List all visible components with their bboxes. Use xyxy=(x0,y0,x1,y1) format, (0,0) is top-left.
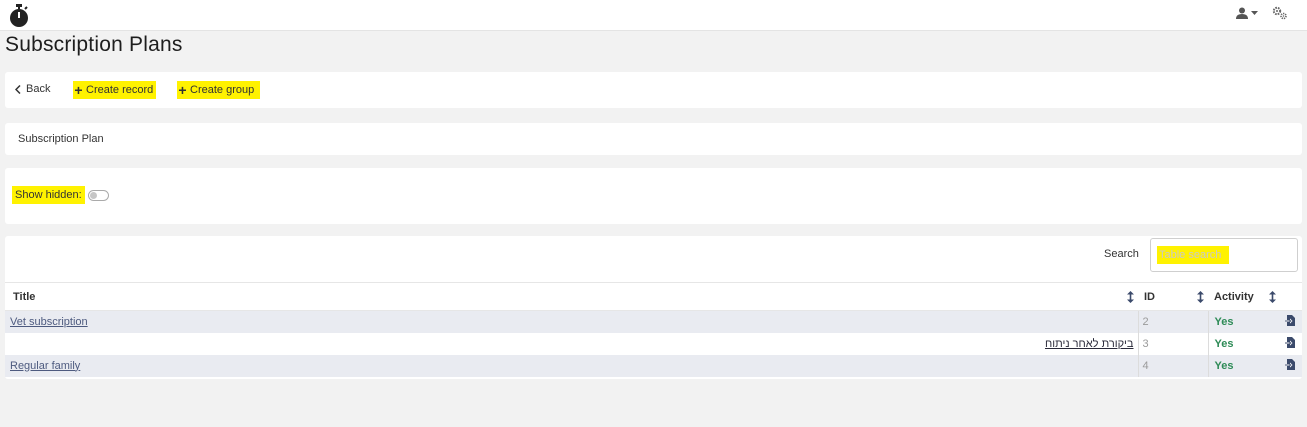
column-title-label: Title xyxy=(13,290,36,303)
edit-record-button[interactable] xyxy=(1278,354,1302,377)
page-title: Subscription Plans xyxy=(5,33,183,56)
column-header-id[interactable]: ID xyxy=(1138,282,1208,311)
column-id-label: ID xyxy=(1144,290,1155,303)
plus-icon: + xyxy=(74,82,83,98)
gears-icon[interactable] xyxy=(1272,6,1288,20)
filter-panel: Show hidden: xyxy=(5,168,1302,224)
id-cell: 2 xyxy=(1137,310,1208,333)
sort-icon xyxy=(1127,291,1134,303)
edit-record-button[interactable] xyxy=(1278,332,1302,355)
title-cell: Regular family xyxy=(5,354,1138,377)
edit-file-icon xyxy=(1285,314,1295,326)
table-row: Vet subscription 2 Yes xyxy=(5,310,1302,333)
toggle-knob xyxy=(90,192,97,199)
user-menu-button[interactable] xyxy=(1236,7,1258,19)
id-cell: 4 xyxy=(1137,354,1208,377)
activity-cell: Yes xyxy=(1207,354,1278,377)
id-cell: 3 xyxy=(1137,332,1208,355)
create-group-button[interactable]: + Create group xyxy=(177,81,261,99)
column-header-title[interactable]: Title xyxy=(5,282,1138,311)
search-input[interactable] xyxy=(1157,246,1229,264)
activity-cell: Yes xyxy=(1207,332,1278,355)
plans-table: Title ID Activity Vet subscription 2 Yes… xyxy=(5,282,1302,377)
search-label: Search xyxy=(1104,248,1139,260)
table-row: ביקורת לאחר ניתוח 3 Yes xyxy=(5,332,1302,355)
chevron-left-icon xyxy=(15,84,21,94)
create-record-label: Create record xyxy=(86,84,154,96)
title-cell: Vet subscription xyxy=(5,310,1138,333)
plan-label: Subscription Plan xyxy=(18,133,104,145)
search-box xyxy=(1150,238,1298,272)
back-label: Back xyxy=(26,83,51,95)
row-title-link[interactable]: Regular family xyxy=(10,360,80,372)
column-activity-label: Activity xyxy=(1214,290,1254,303)
table-row: Regular family 4 Yes xyxy=(5,354,1302,377)
edit-record-button[interactable] xyxy=(1278,310,1302,333)
edit-file-icon xyxy=(1285,336,1295,348)
row-title-link[interactable]: ביקורת לאחר ניתוח xyxy=(1045,338,1134,350)
plan-header: Subscription Plan xyxy=(5,123,1302,155)
show-hidden-label: Show hidden: xyxy=(12,186,85,204)
plus-icon: + xyxy=(178,82,187,98)
stopwatch-icon[interactable] xyxy=(8,4,30,28)
top-bar xyxy=(0,0,1307,31)
sort-icon xyxy=(1269,291,1276,303)
create-record-button[interactable]: + Create record xyxy=(73,81,157,99)
column-header-activity[interactable]: Activity xyxy=(1208,282,1278,311)
user-icon xyxy=(1236,7,1248,19)
table-header-row: Title ID Activity xyxy=(5,282,1302,311)
column-header-actions xyxy=(1278,282,1302,311)
create-group-label: Create group xyxy=(190,84,255,96)
actions-bar: Back + Create record + Create group xyxy=(5,72,1302,108)
edit-file-icon xyxy=(1285,358,1295,370)
table-panel: Search Title ID Activity xyxy=(5,236,1302,379)
caret-down-icon xyxy=(1251,10,1258,15)
sort-icon xyxy=(1197,291,1204,303)
title-cell: ביקורת לאחר ניתוח xyxy=(5,332,1138,355)
activity-cell: Yes xyxy=(1207,310,1278,333)
back-button[interactable]: Back xyxy=(15,83,50,95)
row-title-link[interactable]: Vet subscription xyxy=(10,316,88,328)
show-hidden-toggle[interactable] xyxy=(88,190,109,201)
